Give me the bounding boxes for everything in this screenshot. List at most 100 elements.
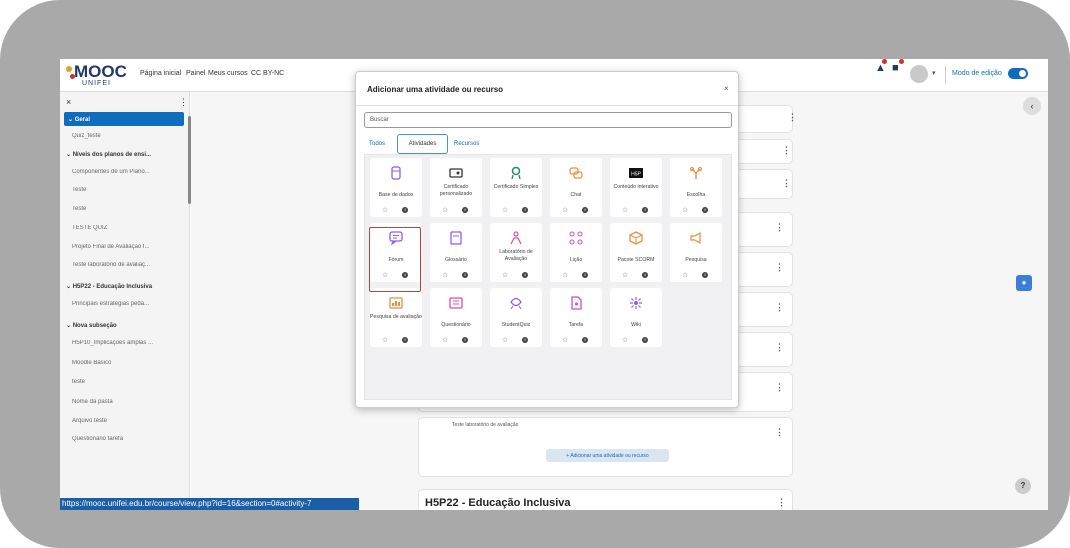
activity-tile[interactable]: Wiki ☆ i — [610, 288, 662, 347]
star-icon[interactable]: ☆ — [382, 336, 388, 344]
info-icon[interactable]: i — [402, 207, 408, 213]
star-icon[interactable]: ☆ — [442, 206, 448, 214]
info-icon[interactable]: i — [582, 272, 588, 278]
info-icon[interactable]: i — [402, 337, 408, 343]
drawer-item[interactable]: Teste — [60, 206, 184, 212]
info-icon[interactable]: i — [582, 337, 588, 343]
tab-resources[interactable]: Recursos — [454, 141, 479, 147]
activity-tile[interactable]: Escolha ☆ i — [670, 158, 722, 217]
star-icon[interactable]: ☆ — [442, 271, 448, 279]
drawer-item[interactable]: Principais estratégias peda... — [60, 301, 184, 307]
drawer-item[interactable]: ⌄ Geral — [64, 112, 184, 126]
info-icon[interactable]: i — [702, 207, 708, 213]
more-menu-icon[interactable]: ⋮ — [775, 382, 784, 393]
avatar[interactable] — [910, 65, 928, 83]
nav-license[interactable]: CC BY-NC — [251, 70, 284, 77]
drawer-item-label: Arquivo teste — [72, 418, 108, 424]
h5p-icon: H5P — [629, 166, 643, 180]
activity-tile[interactable]: Questionário ☆ i — [430, 288, 482, 347]
drawer-item[interactable]: H5P10_Implicações amplas ... — [60, 340, 184, 346]
drawer-item[interactable]: Projeto Final de Avaliação I... — [60, 244, 184, 250]
info-icon[interactable]: i — [522, 272, 528, 278]
nav-my-courses[interactable]: Meus cursos — [208, 70, 248, 77]
info-icon[interactable]: i — [642, 337, 648, 343]
star-icon[interactable]: ☆ — [442, 336, 448, 344]
messages-icon[interactable]: ■ — [892, 62, 899, 74]
drawer-item[interactable]: Nome da pasta — [60, 399, 184, 405]
info-icon[interactable]: i — [462, 272, 468, 278]
choice-icon — [689, 166, 703, 180]
drawer-item[interactable]: Questionario tarefa — [60, 436, 184, 442]
more-menu-icon[interactable]: ⋮ — [775, 222, 784, 233]
tab-activities[interactable]: Atividades — [397, 134, 448, 154]
more-menu-icon[interactable]: ⋮ — [775, 427, 784, 438]
drawer-item[interactable]: Teste laboratório de avaliaç... — [60, 262, 184, 268]
activity-tile[interactable]: StudentQuiz ☆ i — [490, 288, 542, 347]
info-icon[interactable]: i — [702, 272, 708, 278]
drawer-section[interactable]: ⌄ Níveis dos planos de ensi... — [60, 151, 184, 158]
chat-widget-icon[interactable]: ● — [1016, 275, 1032, 291]
star-icon[interactable]: ☆ — [682, 206, 688, 214]
activity-tile[interactable]: Certificado personalizado ☆ i — [430, 158, 482, 217]
tab-all[interactable]: Todos — [369, 141, 385, 147]
activity-name[interactable]: Teste laboratório de avaliação — [452, 422, 518, 428]
activity-tile[interactable]: Tarefa ☆ i — [550, 288, 602, 347]
edit-icon[interactable]: ⋮ — [777, 497, 786, 508]
activity-tile[interactable]: Base de dados ☆ i — [370, 158, 422, 217]
star-icon[interactable]: ☆ — [562, 336, 568, 344]
activity-tile[interactable]: Certificado Simples ☆ i — [490, 158, 542, 217]
more-menu-icon[interactable]: ⋮ — [179, 97, 188, 108]
star-icon[interactable]: ☆ — [562, 206, 568, 214]
more-menu-icon[interactable]: ⋮ — [782, 178, 791, 189]
star-icon[interactable]: ☆ — [502, 271, 508, 279]
close-icon[interactable]: × — [724, 84, 729, 93]
info-icon[interactable]: i — [642, 272, 648, 278]
star-icon[interactable]: ☆ — [502, 206, 508, 214]
info-icon[interactable]: i — [462, 337, 468, 343]
site-logo[interactable]: MOOC UNIFEI — [66, 62, 134, 89]
drawer-item[interactable]: Componentes de um Plano... — [60, 169, 184, 175]
more-menu-icon[interactable]: ⋮ — [775, 342, 784, 353]
star-icon[interactable]: ☆ — [622, 336, 628, 344]
edit-mode-toggle[interactable] — [1008, 68, 1028, 79]
star-icon[interactable]: ☆ — [382, 206, 388, 214]
drawer-section[interactable]: ⌄ H5P22 - Educação Inclusiva — [60, 283, 184, 290]
drawer-item[interactable]: Arquivo teste — [60, 418, 184, 424]
drawer-item[interactable]: Teste — [60, 187, 184, 193]
more-menu-icon[interactable]: ⋮ — [788, 112, 797, 123]
activity-tile[interactable]: Pesquisa ☆ i — [670, 223, 722, 282]
info-icon[interactable]: i — [582, 207, 588, 213]
drawer-item[interactable]: TESTE QUIZ — [60, 225, 184, 231]
activity-tile[interactable]: Pacote SCORM ☆ i — [610, 223, 662, 282]
activity-tile[interactable]: Laboratório de Avaliação ☆ i — [490, 223, 542, 282]
nav-home[interactable]: Página inicial — [140, 70, 181, 77]
activity-tile[interactable]: H5P Conteúdo interativo ☆ i — [610, 158, 662, 217]
info-icon[interactable]: i — [642, 207, 648, 213]
chevron-down-icon[interactable]: ▾ — [932, 69, 936, 77]
info-icon[interactable]: i — [522, 207, 528, 213]
drawer-item[interactable]: Moodle Básico — [60, 360, 184, 366]
info-icon[interactable]: i — [462, 207, 468, 213]
activity-tile[interactable]: Lição ☆ i — [550, 223, 602, 282]
activity-tile[interactable]: Glossário ☆ i — [430, 223, 482, 282]
star-icon[interactable]: ☆ — [502, 336, 508, 344]
star-icon[interactable]: ☆ — [562, 271, 568, 279]
close-icon[interactable]: × — [66, 97, 71, 107]
drawer-section[interactable]: ⌄ Nova subseção — [60, 322, 184, 329]
drawer-item[interactable]: Quiz_teste — [60, 133, 184, 139]
more-menu-icon[interactable]: ⋮ — [782, 145, 791, 156]
star-icon[interactable]: ☆ — [682, 271, 688, 279]
more-menu-icon[interactable]: ⋮ — [775, 262, 784, 273]
nav-dashboard[interactable]: Painel — [186, 70, 205, 77]
collapse-drawer-button[interactable]: ‹ — [1023, 97, 1041, 115]
activity-tile[interactable]: Chat ☆ i — [550, 158, 602, 217]
star-icon[interactable]: ☆ — [622, 206, 628, 214]
star-icon[interactable]: ☆ — [622, 271, 628, 279]
drawer-item[interactable]: teste — [60, 379, 184, 385]
help-button[interactable]: ? — [1015, 478, 1031, 494]
search-input[interactable]: Buscar — [364, 112, 732, 128]
add-activity-button[interactable]: + Adicionar uma atividade ou recurso — [546, 449, 669, 462]
info-icon[interactable]: i — [522, 337, 528, 343]
more-menu-icon[interactable]: ⋮ — [775, 302, 784, 313]
activity-tile[interactable]: Pesquisa de avaliação ☆ i — [370, 288, 422, 347]
